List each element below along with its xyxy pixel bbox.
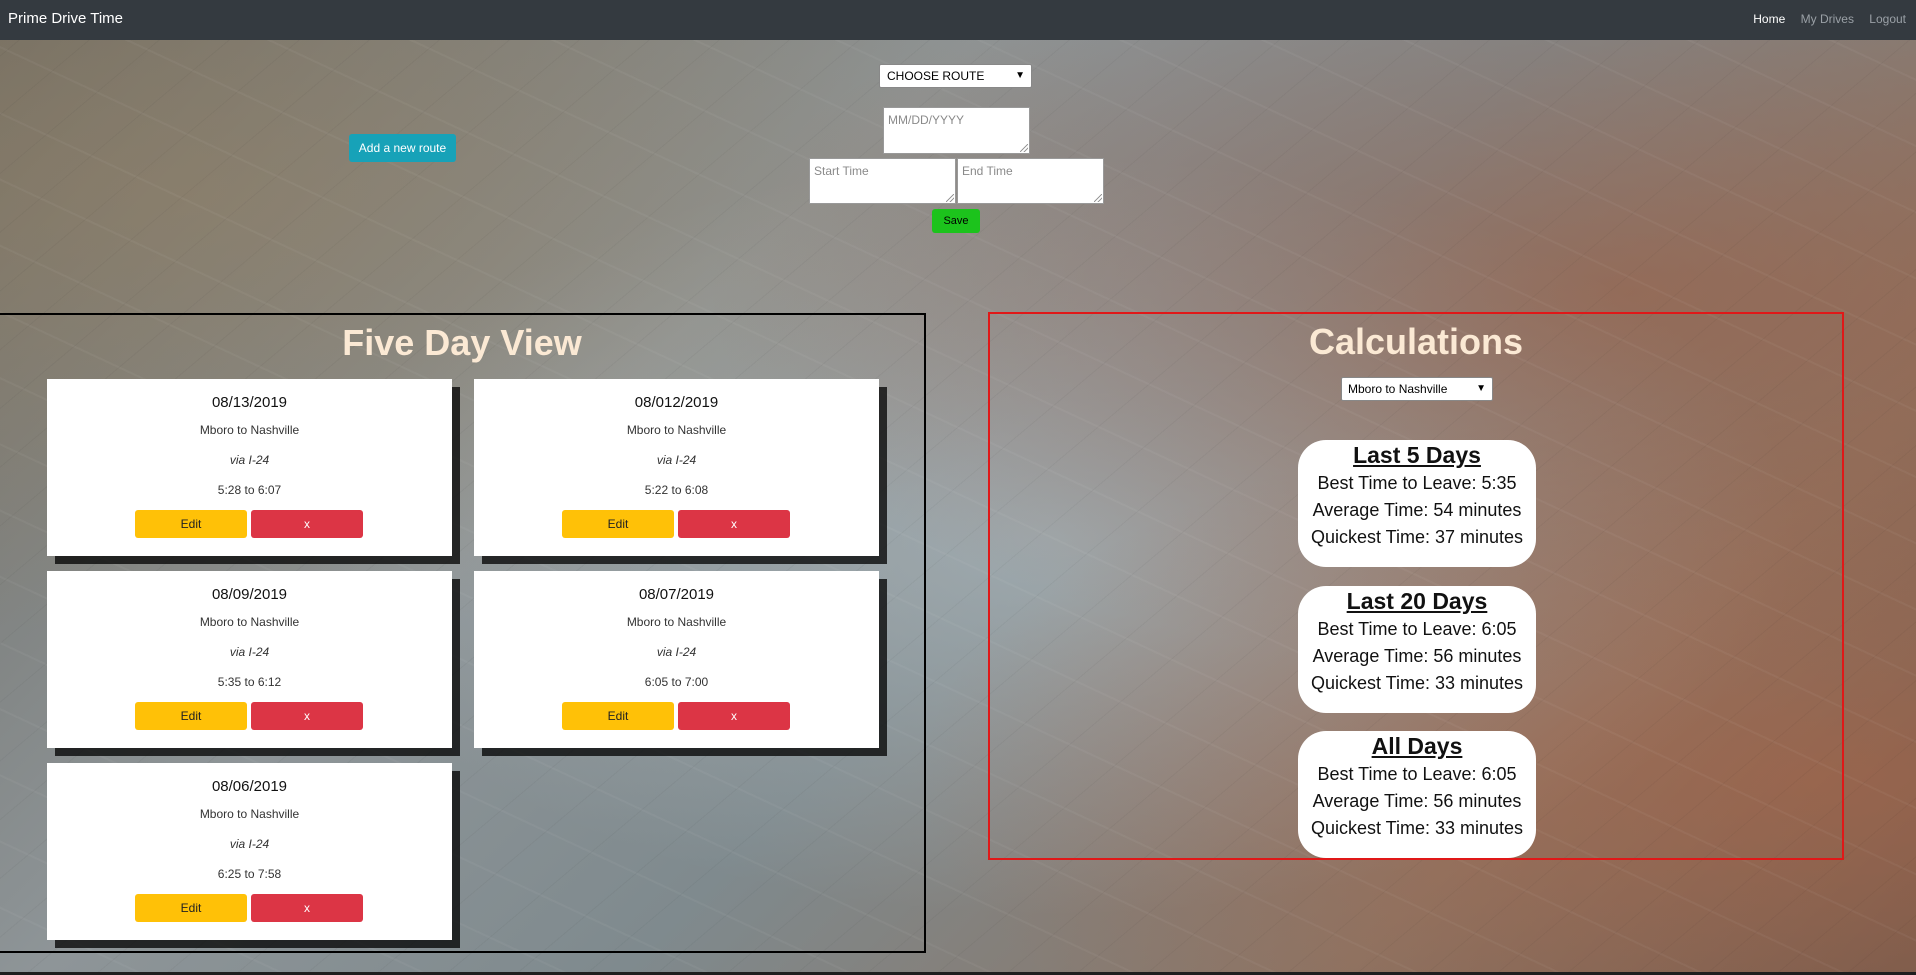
drive-times: 5:22 to 6:08 <box>644 483 709 497</box>
calc-box-last-20-days: Last 20 Days Best Time to Leave: 6:05 Av… <box>1298 586 1536 713</box>
choose-route-select[interactable]: CHOOSE ROUTE ▼ <box>879 64 1032 88</box>
drive-card: 08/13/2019 Mboro to Nashville via I-24 5… <box>47 379 452 556</box>
calc-box-all-days: All Days Best Time to Leave: 6:05 Averag… <box>1298 731 1536 858</box>
calculations-panel: Calculations Mboro to Nashville ▼ Last 5… <box>988 312 1844 860</box>
quickest-time-stat: Quickest Time: 33 minutes <box>1310 673 1524 693</box>
start-time-input[interactable]: Start Time <box>809 158 956 204</box>
nav-logout-link[interactable]: Logout <box>1869 12 1906 26</box>
drive-via: via I-24 <box>229 645 270 659</box>
delete-button[interactable]: x <box>678 702 790 730</box>
resize-grip-icon[interactable] <box>1020 144 1028 152</box>
nav-home-link[interactable]: Home <box>1753 12 1785 26</box>
average-time-stat: Average Time: 56 minutes <box>1312 646 1522 666</box>
drive-via: via I-24 <box>229 837 270 851</box>
delete-button[interactable]: x <box>251 702 363 730</box>
save-button[interactable]: Save <box>932 209 980 233</box>
brand-logo[interactable]: Prime Drive Time <box>8 10 123 27</box>
delete-button[interactable]: x <box>251 510 363 538</box>
drive-route: Mboro to Nashville <box>199 423 300 437</box>
edit-button[interactable]: Edit <box>135 894 247 922</box>
drive-card: 08/09/2019 Mboro to Nashville via I-24 5… <box>47 571 452 748</box>
delete-button[interactable]: x <box>251 894 363 922</box>
calc-heading: Last 5 Days <box>1353 442 1481 468</box>
dropdown-arrow-icon: ▼ <box>1476 383 1486 394</box>
calc-heading: Last 20 Days <box>1346 588 1488 614</box>
five-day-title: Five Day View <box>342 322 582 363</box>
choose-route-value: CHOOSE ROUTE <box>887 69 985 83</box>
drive-route: Mboro to Nashville <box>626 615 727 629</box>
drive-route: Mboro to Nashville <box>199 615 300 629</box>
nav-my-drives-link[interactable]: My Drives <box>1801 12 1854 26</box>
drive-date: 08/13/2019 <box>211 394 288 411</box>
best-time-stat: Best Time to Leave: 6:05 <box>1317 619 1517 639</box>
resize-grip-icon[interactable] <box>1094 194 1102 202</box>
drive-times: 5:35 to 6:12 <box>217 675 282 689</box>
navbar: Prime Drive Time Home My Drives Logout <box>0 0 1916 40</box>
calc-box-last-5-days: Last 5 Days Best Time to Leave: 5:35 Ave… <box>1298 440 1536 567</box>
drive-via: via I-24 <box>229 453 270 467</box>
resize-grip-icon[interactable] <box>946 194 954 202</box>
add-route-button[interactable]: Add a new route <box>349 134 456 162</box>
drive-via: via I-24 <box>656 453 697 467</box>
average-time-stat: Average Time: 56 minutes <box>1312 791 1522 811</box>
date-input[interactable]: MM/DD/YYYY <box>883 107 1030 154</box>
edit-button[interactable]: Edit <box>135 702 247 730</box>
calc-route-select[interactable]: Mboro to Nashville ▼ <box>1341 377 1493 401</box>
drive-times: 5:28 to 6:07 <box>217 483 282 497</box>
calc-route-value: Mboro to Nashville <box>1348 382 1448 396</box>
drive-date: 08/09/2019 <box>211 586 288 603</box>
edit-button[interactable]: Edit <box>562 510 674 538</box>
best-time-stat: Best Time to Leave: 5:35 <box>1317 473 1517 493</box>
quickest-time-stat: Quickest Time: 37 minutes <box>1310 527 1524 547</box>
drive-card: 08/012/2019 Mboro to Nashville via I-24 … <box>474 379 879 556</box>
edit-button[interactable]: Edit <box>562 702 674 730</box>
drive-via: via I-24 <box>656 645 697 659</box>
quickest-time-stat: Quickest Time: 33 minutes <box>1310 818 1524 838</box>
drive-date: 08/012/2019 <box>634 394 719 411</box>
date-placeholder: MM/DD/YYYY <box>888 113 965 127</box>
drive-card: 08/07/2019 Mboro to Nashville via I-24 6… <box>474 571 879 748</box>
drive-route: Mboro to Nashville <box>199 807 300 821</box>
end-time-placeholder: End Time <box>962 164 1013 178</box>
delete-button[interactable]: x <box>678 510 790 538</box>
best-time-stat: Best Time to Leave: 6:05 <box>1317 764 1517 784</box>
drive-times: 6:25 to 7:58 <box>217 867 282 881</box>
drive-times: 6:05 to 7:00 <box>644 675 709 689</box>
drive-route: Mboro to Nashville <box>626 423 727 437</box>
calculations-title: Calculations <box>1308 321 1524 362</box>
drive-card: 08/06/2019 Mboro to Nashville via I-24 6… <box>47 763 452 940</box>
average-time-stat: Average Time: 54 minutes <box>1312 500 1522 520</box>
calc-heading: All Days <box>1371 733 1463 759</box>
dropdown-arrow-icon: ▼ <box>1015 70 1025 81</box>
drive-date: 08/06/2019 <box>211 778 288 795</box>
start-time-placeholder: Start Time <box>814 164 869 178</box>
five-day-view: Five Day View 08/13/2019 Mboro to Nashvi… <box>0 313 926 953</box>
nav-links: Home My Drives Logout <box>1741 12 1906 26</box>
edit-button[interactable]: Edit <box>135 510 247 538</box>
end-time-input[interactable]: End Time <box>957 158 1104 204</box>
drive-date: 08/07/2019 <box>638 586 715 603</box>
